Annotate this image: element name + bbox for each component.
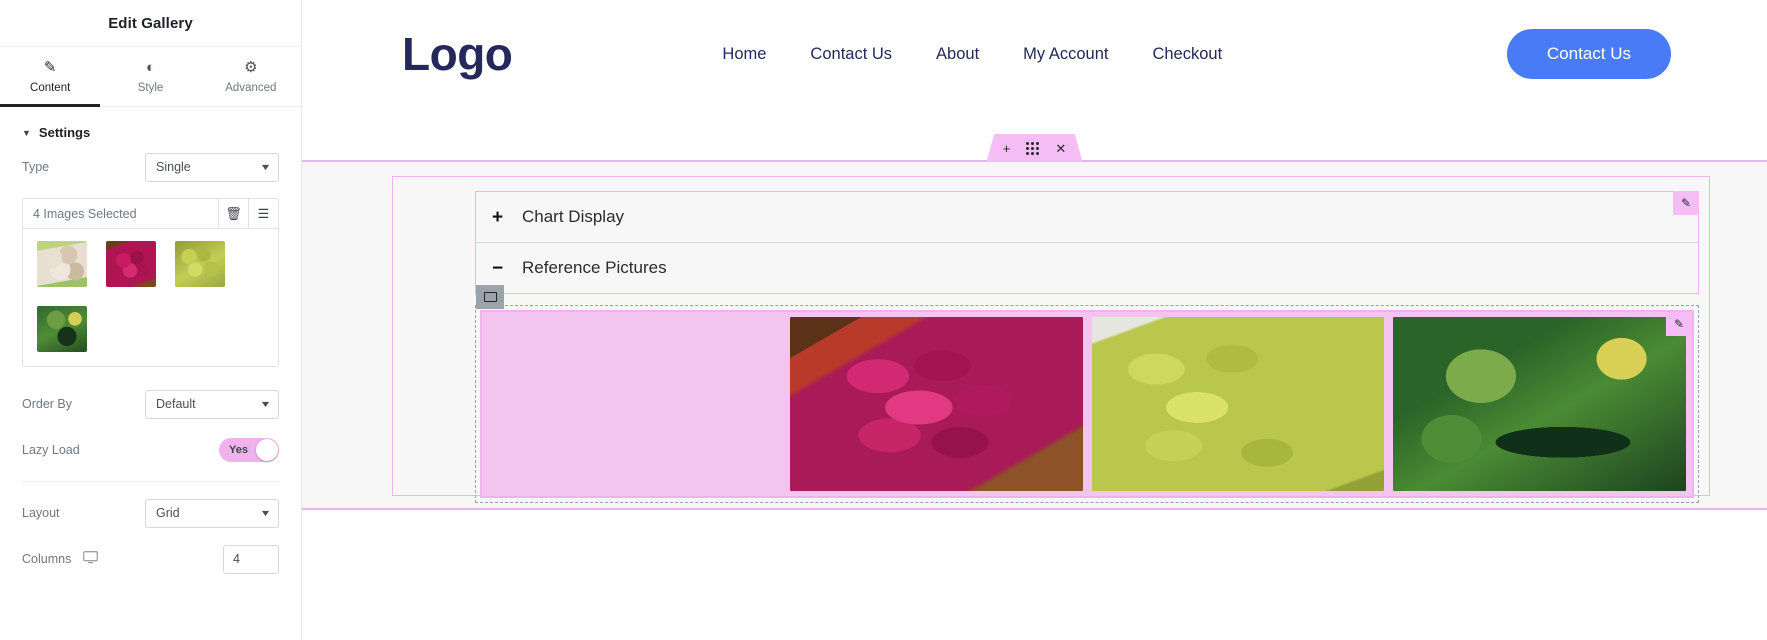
lazy-load-toggle[interactable]: Yes <box>219 438 279 462</box>
green-olives-image[interactable] <box>1091 317 1385 491</box>
order-by-label: Order By <box>22 397 73 411</box>
settings-section-label: Settings <box>38 125 91 140</box>
mushrooms-thumb[interactable] <box>37 241 87 287</box>
tab-style-label: Style <box>137 81 164 94</box>
layout-select[interactable]: Grid ▼ <box>145 498 279 528</box>
nav-item-home[interactable]: Home <box>722 45 766 64</box>
accordion-header-chart-display[interactable]: + Chart Display <box>476 192 1698 242</box>
red-onions-thumb[interactable] <box>106 241 156 287</box>
chevron-down-icon: ▼ <box>259 508 272 518</box>
panel-divider <box>22 481 279 482</box>
tab-content-label: Content <box>30 81 71 94</box>
chevron-down-icon: ▼ <box>259 399 272 409</box>
site-header: Logo Home Contact Us About My Account Ch… <box>302 0 1767 108</box>
nav-item-about[interactable]: About <box>936 45 979 64</box>
tab-content[interactable]: ✎ Content <box>0 47 101 107</box>
red-onions-image[interactable] <box>789 317 1083 491</box>
elementor-column: ✎ + Chart Display − Reference Pictures ✎ <box>392 176 1710 503</box>
stack-icon[interactable]: ☰ <box>248 199 278 228</box>
images-selected-label: 4 Images Selected <box>33 206 137 221</box>
settings-section-header[interactable]: ▼ Settings <box>0 107 301 152</box>
editor-panel: Edit Gallery ✎ Content ◐ Style ⚙ Advance… <box>0 0 302 640</box>
drag-dots-icon[interactable] <box>1026 141 1040 155</box>
panel-header: Edit Gallery <box>0 0 301 47</box>
type-select[interactable]: Single ▼ <box>145 152 279 182</box>
gear-icon: ⚙ <box>244 58 258 76</box>
type-label: Type <box>22 160 50 174</box>
type-control-row: Type Single ▼ <box>0 152 301 182</box>
pencil-icon: ✎ <box>43 58 57 76</box>
nav-item-checkout[interactable]: Checkout <box>1152 45 1222 64</box>
toggle-knob <box>256 439 278 461</box>
lazy-load-label: Lazy Load <box>22 443 80 457</box>
tab-advanced[interactable]: ⚙ Advanced <box>201 47 301 106</box>
panel-title: Edit Gallery <box>108 14 193 32</box>
elementor-editor-window: Edit Gallery ✎ Content ◐ Style ⚙ Advance… <box>0 0 1767 640</box>
accordion-header-reference-pictures[interactable]: − Reference Pictures <box>476 243 1698 293</box>
plus-icon[interactable]: + <box>1003 142 1011 155</box>
type-select-value: Single <box>156 160 191 174</box>
columns-input[interactable]: 4 <box>223 544 279 574</box>
elementor-section: + ✕ ✎ + Chart Display − Reference Pictur… <box>302 134 1767 510</box>
gallery-widget-wrapper: ✎ <box>475 285 1699 503</box>
preview-canvas: Logo Home Contact Us About My Account Ch… <box>302 0 1767 640</box>
contrast-icon: ◐ <box>145 58 156 76</box>
accordion-title-reference-pictures: Reference Pictures <box>522 258 667 277</box>
layout-label: Layout <box>22 506 60 520</box>
chevron-down-icon: ▼ <box>22 127 31 138</box>
desktop-icon[interactable] <box>83 551 99 567</box>
site-logo[interactable]: Logo <box>402 27 513 81</box>
panel-tabs: ✎ Content ◐ Style ⚙ Advanced <box>0 47 301 107</box>
widget-handle-icon[interactable] <box>476 285 504 309</box>
images-thumbnail-grid <box>23 229 278 366</box>
tab-advanced-label: Advanced <box>225 81 277 94</box>
trash-icon[interactable]: 🗑 <box>218 199 248 228</box>
gallery-widget[interactable]: ✎ <box>476 285 1694 498</box>
order-by-select[interactable]: Default ▼ <box>145 389 279 419</box>
layout-control-row: Layout Grid ▼ <box>0 498 301 528</box>
images-selector: 4 Images Selected 🗑 ☰ <box>22 198 279 367</box>
zucchini-image[interactable] <box>1393 317 1686 491</box>
tab-style[interactable]: ◐ Style <box>100 47 200 106</box>
minus-icon: − <box>492 257 504 279</box>
order-by-select-value: Default <box>156 397 196 411</box>
close-icon[interactable]: ✕ <box>1055 142 1066 155</box>
columns-control-row: Columns 4 <box>0 544 301 574</box>
nav-item-contact-us[interactable]: Contact Us <box>810 45 892 64</box>
gallery-edit-button[interactable]: ✎ <box>1666 312 1692 336</box>
contact-us-button[interactable]: Contact Us <box>1506 29 1671 79</box>
accordion-item-reference-pictures[interactable]: − Reference Pictures <box>476 243 1698 293</box>
accordion-edit-button[interactable]: ✎ <box>1673 191 1699 215</box>
plus-icon: + <box>492 206 504 228</box>
mushrooms-image[interactable] <box>488 317 781 491</box>
section-handle-toolbar: + ✕ <box>986 134 1083 162</box>
lazy-load-control-row: Lazy Load Yes <box>0 435 301 465</box>
images-selector-bar: 4 Images Selected 🗑 ☰ <box>23 199 278 229</box>
accordion-item-chart-display[interactable]: + Chart Display <box>476 192 1698 243</box>
main-navigation: Home Contact Us About My Account Checkou… <box>722 45 1222 64</box>
green-olives-thumb[interactable] <box>175 241 225 287</box>
chevron-down-icon: ▼ <box>259 162 272 172</box>
layout-select-value: Grid <box>156 506 180 520</box>
order-by-control-row: Order By Default ▼ <box>0 389 301 419</box>
lazy-load-toggle-value: Yes <box>229 444 248 456</box>
accordion-title-chart-display: Chart Display <box>522 207 625 226</box>
accordion-widget: ✎ + Chart Display − Reference Pictures <box>475 191 1699 294</box>
nav-item-my-account[interactable]: My Account <box>1023 45 1108 64</box>
columns-label: Columns <box>22 552 72 566</box>
zucchini-thumb[interactable] <box>37 306 87 352</box>
